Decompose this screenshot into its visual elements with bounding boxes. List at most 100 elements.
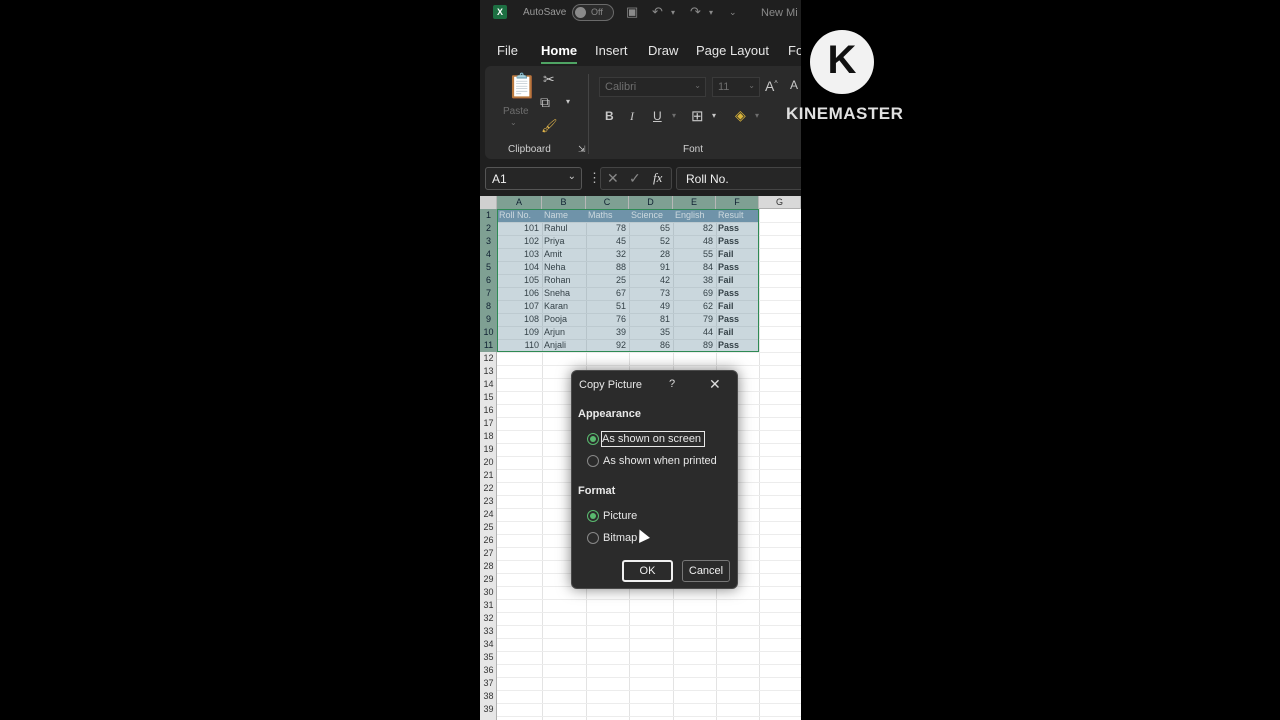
row-header[interactable]: 37 [480, 677, 497, 690]
ok-button[interactable]: OK [622, 560, 673, 582]
tab-draw[interactable]: Draw [648, 43, 678, 58]
help-button[interactable]: ? [669, 378, 675, 390]
format-painter-icon[interactable]: 🖌 [541, 118, 558, 134]
radio-as-shown-when-printed[interactable] [587, 455, 599, 467]
column-header-a[interactable]: A [497, 196, 542, 209]
row-header[interactable]: 6 [480, 274, 497, 287]
tab-home[interactable]: Home [541, 43, 577, 58]
row-header[interactable]: 13 [480, 365, 497, 378]
select-all-corner[interactable] [480, 196, 497, 209]
borders-icon[interactable]: ⊞ [691, 107, 704, 125]
font-name-box[interactable]: Calibri ⌄ [599, 77, 706, 97]
copy-dropdown-icon[interactable]: ▾ [566, 97, 570, 106]
undo-icon[interactable]: ↶ [652, 4, 663, 20]
row-header[interactable]: 24 [480, 508, 497, 521]
tab-file[interactable]: File [497, 43, 518, 58]
font-name-dropdown-icon[interactable]: ⌄ [694, 81, 701, 90]
tab-formulas[interactable]: Fo [788, 43, 801, 58]
cancel-button[interactable]: Cancel [682, 560, 730, 582]
row-header[interactable]: 26 [480, 534, 497, 547]
row-header[interactable]: 7 [480, 287, 497, 300]
row-header[interactable]: 29 [480, 573, 497, 586]
copy-icon[interactable]: ⧉ [540, 94, 550, 111]
confirm-entry-icon[interactable]: ✓ [629, 170, 641, 187]
undo-dropdown-icon[interactable]: ▾ [671, 8, 675, 17]
row-header[interactable]: 19 [480, 443, 497, 456]
column-header-e[interactable]: E [673, 196, 716, 209]
column-header-g[interactable]: G [759, 196, 801, 209]
row-header[interactable]: 14 [480, 378, 497, 391]
cut-icon[interactable]: ✂ [543, 71, 555, 88]
row-header[interactable]: 2 [480, 222, 497, 235]
borders-dropdown-icon[interactable]: ▾ [712, 111, 716, 120]
row-header[interactable]: 8 [480, 300, 497, 313]
tab-page-layout[interactable]: Page Layout [696, 43, 769, 58]
row-header[interactable]: 22 [480, 482, 497, 495]
clipboard-launcher-icon[interactable]: ⇲ [578, 144, 586, 155]
radio-as-shown-on-screen[interactable] [587, 433, 599, 445]
row-header[interactable]: 12 [480, 352, 497, 365]
row-header[interactable]: 32 [480, 612, 497, 625]
cancel-entry-icon[interactable]: ✕ [607, 170, 619, 187]
customize-toolbar-icon[interactable]: ⌄ [729, 7, 737, 18]
row-header[interactable]: 25 [480, 521, 497, 534]
row-header[interactable]: 27 [480, 547, 497, 560]
underline-icon[interactable]: U [653, 109, 662, 123]
radio-bitmap[interactable] [587, 532, 599, 544]
row-header[interactable]: 36 [480, 664, 497, 677]
column-header-c[interactable]: C [586, 196, 629, 209]
column-header-f[interactable]: F [716, 196, 759, 209]
row-header[interactable]: 35 [480, 651, 497, 664]
row-header[interactable]: 9 [480, 313, 497, 326]
row-header[interactable]: 34 [480, 638, 497, 651]
increase-font-size-icon[interactable]: A^ [765, 78, 778, 94]
row-header[interactable]: 33 [480, 625, 497, 638]
label-bitmap[interactable]: Bitmap [603, 532, 637, 544]
underline-dropdown-icon[interactable]: ▾ [672, 111, 676, 120]
column-header-b[interactable]: B [542, 196, 586, 209]
label-picture[interactable]: Picture [603, 510, 637, 522]
decrease-font-size-icon[interactable]: A [790, 78, 798, 92]
row-header[interactable]: 23 [480, 495, 497, 508]
close-icon[interactable]: ✕ [709, 376, 721, 393]
row-header[interactable]: 39 [480, 703, 497, 716]
paste-icon[interactable]: 📋 [507, 72, 537, 101]
row-header[interactable]: 31 [480, 599, 497, 612]
row-header[interactable]: 16 [480, 404, 497, 417]
row-header[interactable]: 17 [480, 417, 497, 430]
redo-icon[interactable]: ↷ [690, 4, 701, 20]
bold-icon[interactable]: B [605, 109, 614, 123]
redo-dropdown-icon[interactable]: ▾ [709, 8, 713, 17]
row-header[interactable]: 38 [480, 690, 497, 703]
row-header[interactable]: 30 [480, 586, 497, 599]
row-header[interactable]: 10 [480, 326, 497, 339]
save-icon[interactable]: ▣ [626, 4, 638, 20]
fill-color-dropdown-icon[interactable]: ▾ [755, 111, 759, 120]
column-header-d[interactable]: D [629, 196, 673, 209]
label-as-shown-when-printed[interactable]: As shown when printed [603, 455, 717, 467]
paste-label[interactable]: Paste [503, 106, 529, 117]
row-header[interactable]: 1 [480, 209, 497, 222]
formula-input[interactable]: Roll No. [676, 167, 801, 190]
row-header[interactable]: 21 [480, 469, 497, 482]
row-header[interactable]: 4 [480, 248, 497, 261]
tab-insert[interactable]: Insert [595, 43, 628, 58]
row-header[interactable]: 11 [480, 339, 497, 352]
paste-dropdown-icon[interactable]: ⌄ [510, 118, 517, 127]
radio-picture[interactable] [587, 510, 599, 522]
row-header[interactable]: 15 [480, 391, 497, 404]
autosave-toggle[interactable]: Off [572, 4, 614, 21]
fill-color-icon[interactable]: ◈ [735, 107, 746, 124]
row-header[interactable]: 28 [480, 560, 497, 573]
row-header[interactable]: 5 [480, 261, 497, 274]
font-size-dropdown-icon[interactable]: ⌄ [748, 81, 755, 90]
row-header[interactable]: 18 [480, 430, 497, 443]
insert-function-icon[interactable]: fx [653, 170, 662, 186]
name-box[interactable]: A1 ⌄ [485, 167, 582, 190]
italic-icon[interactable]: I [630, 109, 634, 124]
row-header[interactable]: 20 [480, 456, 497, 469]
row-header[interactable]: 3 [480, 235, 497, 248]
label-as-shown-on-screen[interactable]: As shown on screen [601, 431, 706, 447]
font-size-box[interactable]: 11 ⌄ [712, 77, 760, 97]
name-box-dropdown-icon[interactable]: ⌄ [568, 171, 576, 182]
